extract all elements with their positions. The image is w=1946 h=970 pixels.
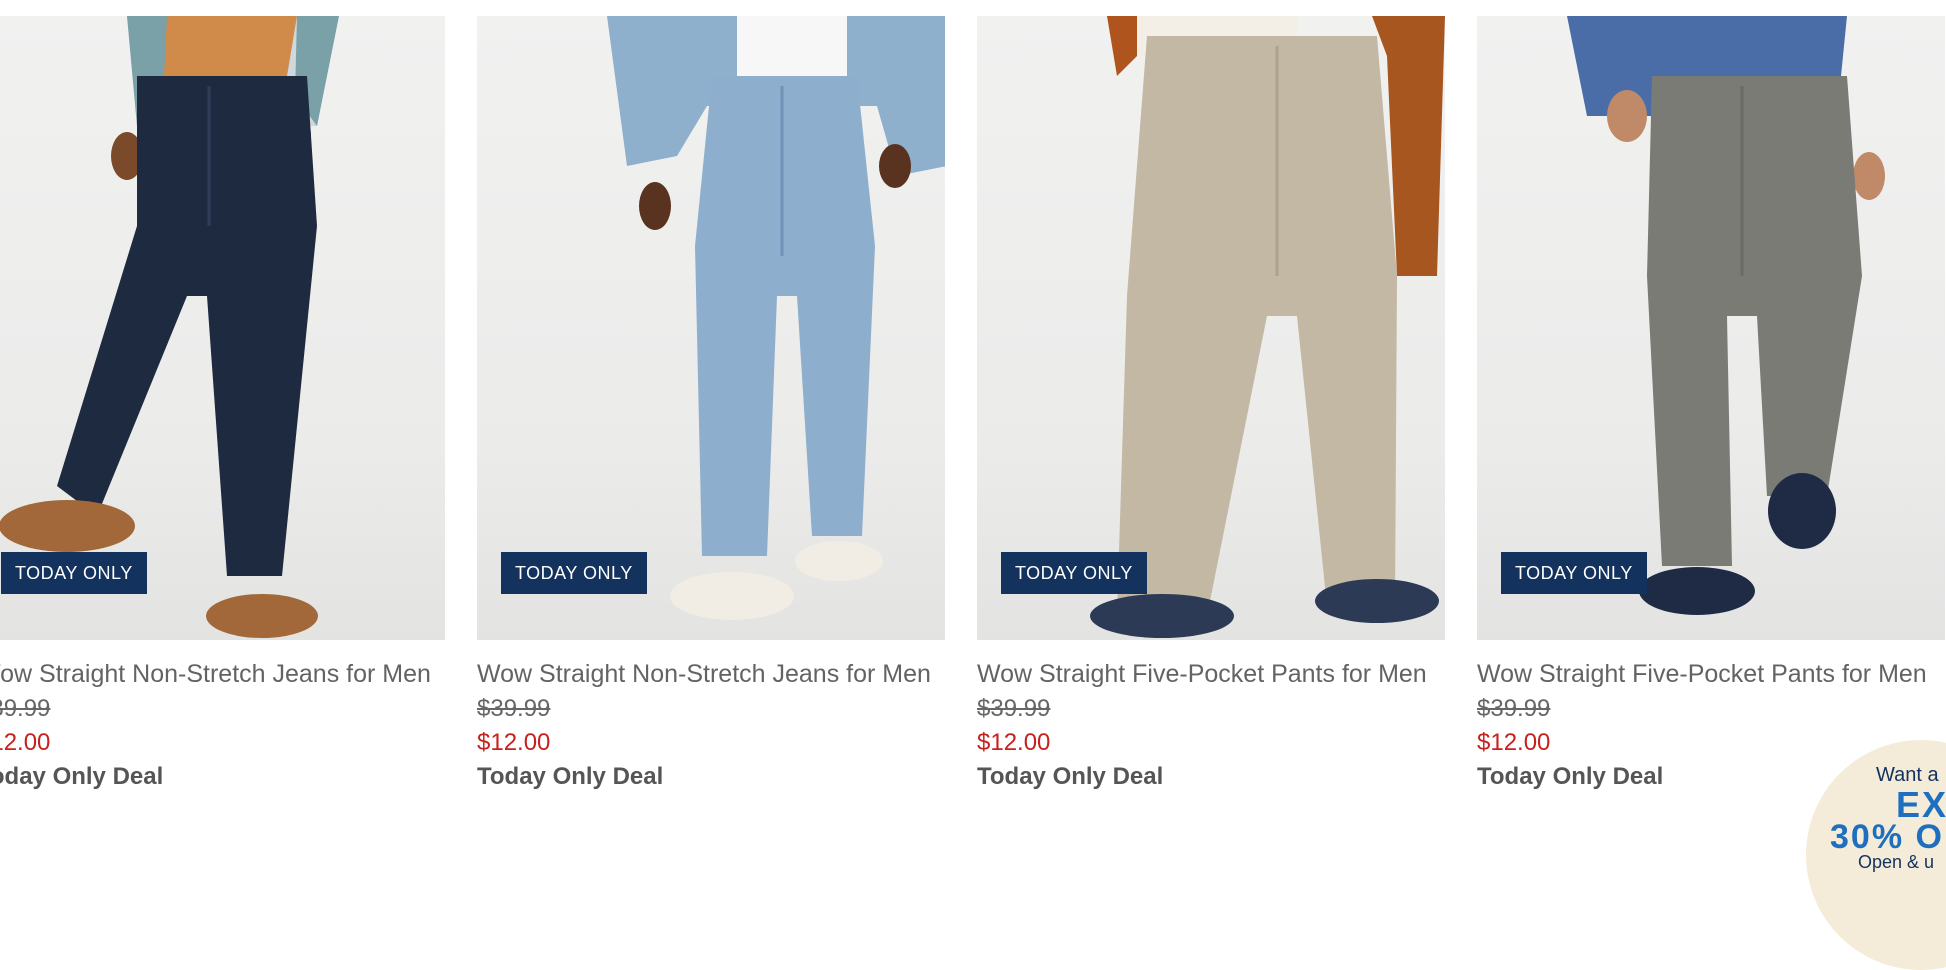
product-name[interactable]: Wow Straight Five-Pocket Pants for Men [977, 656, 1445, 692]
product-name[interactable]: Wow Straight Five-Pocket Pants for Men [1477, 656, 1945, 692]
product-image[interactable]: TODAY ONLY [477, 16, 945, 640]
promo-line: Open & u [1858, 852, 1935, 872]
product-card[interactable]: TODAY ONLY Wow Straight Non-Stretch Jean… [477, 16, 945, 862]
sale-price: $12.00 [977, 729, 1051, 756]
sale-price: $12.00 [0, 729, 51, 756]
deal-label: Today Only Deal [977, 763, 1164, 790]
today-only-badge: TODAY ONLY [1001, 552, 1147, 594]
deal-label: Today Only Deal [477, 763, 664, 790]
deal-label: Today Only Deal [0, 763, 164, 790]
sale-price: $12.00 [477, 729, 551, 756]
original-price: $39.99 [477, 695, 551, 722]
original-price: $39.99 [1477, 695, 1551, 722]
product-image[interactable]: TODAY ONLY [0, 16, 445, 640]
today-only-badge: TODAY ONLY [1501, 552, 1647, 594]
today-only-badge: TODAY ONLY [501, 552, 647, 594]
product-info: Wow Straight Non-Stretch Jeans for Men $… [0, 640, 445, 794]
product-name[interactable]: Wow Straight Non-Stretch Jeans for Men [477, 656, 945, 692]
product-name[interactable]: Wow Straight Non-Stretch Jeans for Men [0, 656, 445, 692]
product-info: Wow Straight Five-Pocket Pants for Men $… [977, 640, 1445, 794]
product-grid: TODAY ONLY Wow Straight Non-Stretch Jean… [0, 0, 1946, 970]
product-image[interactable]: TODAY ONLY [977, 16, 1445, 640]
product-info: Wow Straight Non-Stretch Jeans for Men $… [477, 640, 945, 794]
original-price: $39.99 [977, 695, 1051, 722]
product-card[interactable]: TODAY ONLY Wow Straight Non-Stretch Jean… [0, 16, 445, 862]
product-card[interactable]: TODAY ONLY Wow Straight Five-Pocket Pant… [977, 16, 1445, 862]
product-card[interactable]: TODAY ONLY Wow Straight Five-Pocket Pant… [1477, 16, 1945, 862]
today-only-badge: TODAY ONLY [1, 552, 147, 594]
product-image[interactable]: TODAY ONLY [1477, 16, 1945, 640]
original-price: $39.99 [0, 695, 51, 722]
